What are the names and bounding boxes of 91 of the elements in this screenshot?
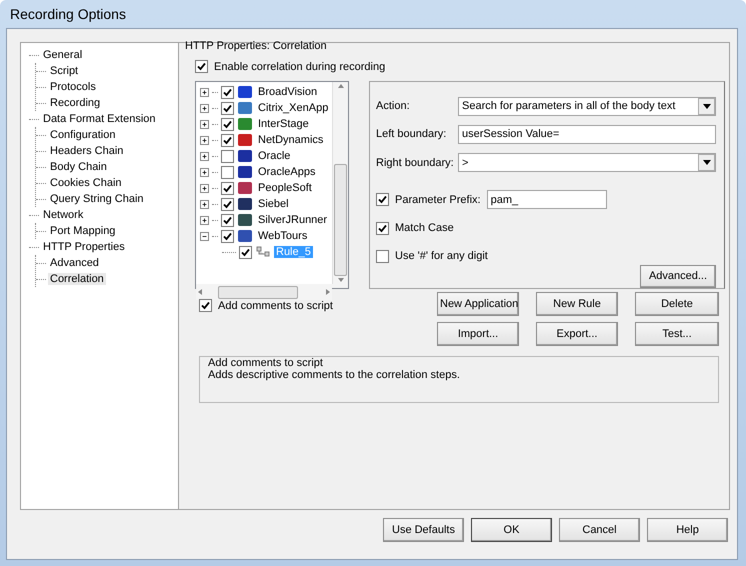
checkbox[interactable] [221,86,234,98]
scroll-thumb[interactable] [218,286,298,298]
action-button[interactable]: Test... [635,322,719,346]
checkbox-label: Parameter Prefix: [395,194,481,206]
action-button[interactable]: New Application [437,292,519,316]
checkbox[interactable] [376,222,389,235]
tree-item[interactable]: Citrix_XenApp [256,102,330,114]
tree-item[interactable]: WebTours [256,230,310,242]
scroll-thumb[interactable] [334,164,347,276]
checkbox[interactable] [221,214,234,226]
rule-tree-icon [255,245,271,259]
right-arrow-icon[interactable] [324,288,332,296]
expand-icon[interactable] [200,200,209,208]
tree-item[interactable]: SilverJRunner [256,214,330,226]
checkbox[interactable] [199,299,212,312]
nav-item[interactable]: Headers Chain [48,145,126,157]
checkbox[interactable] [239,246,252,258]
nav-item[interactable]: Body Chain [48,161,109,173]
expand-icon[interactable] [200,216,209,224]
checkbox[interactable] [376,193,389,206]
checkbox[interactable] [195,60,208,73]
expand-icon[interactable] [200,136,209,144]
left-arrow-icon[interactable] [196,288,204,296]
nav-item[interactable]: Port Mapping [48,225,118,237]
action-dropdown[interactable]: Search for parameters in all of the body text [458,96,716,116]
expand-icon[interactable] [200,152,209,160]
caret-icon [702,160,710,166]
dropdown-button[interactable] [698,98,715,115]
horizontal-scrollbar[interactable] [196,284,332,300]
nav-item[interactable]: Recording [48,97,102,109]
tree-item[interactable]: Siebel [256,198,291,210]
dialog-button[interactable]: Cancel [559,518,640,542]
checkbox-label: Use '#' for any digit [395,250,488,262]
dialog-button[interactable]: Use Defaults [383,518,464,542]
tree-item[interactable]: InterStage [256,118,311,130]
checkbox[interactable] [221,118,234,130]
tree-item[interactable]: NetDynamics [256,134,326,146]
boundary-dropdown[interactable]: > [458,153,716,172]
checkbox[interactable] [221,102,234,114]
collapse-icon[interactable] [200,232,209,240]
vertical-scrollbar[interactable] [332,82,348,284]
caret-icon [702,104,710,109]
action-button[interactable]: Delete [635,292,719,316]
tree-item[interactable]: Oracle [256,150,292,162]
checkbox-label: Enable correlation during recording [214,60,386,72]
checkbox[interactable] [221,166,234,178]
field-label: Right boundary: [376,156,455,169]
advanced-button[interactable]: Advanced... [640,264,716,288]
expand-icon[interactable] [200,184,209,192]
nav-item[interactable]: Query String Chain [48,193,146,205]
field-label: Action: [376,100,411,112]
expand-icon[interactable] [200,120,209,128]
down-arrow-icon[interactable] [336,276,344,284]
nav-item[interactable]: Cookies Chain [48,177,124,189]
nav-item[interactable]: General [41,49,84,61]
group-title: HTTP Properties: Correlation [185,40,328,52]
nav-item[interactable]: Advanced [48,257,101,269]
description-text: Adds descriptive comments to the correlation steps. [208,369,461,381]
tree-item[interactable]: BroadVision [256,86,320,98]
checkbox[interactable] [221,198,234,210]
nav-item[interactable]: Network [41,209,86,221]
nav-item[interactable]: Script [48,65,80,77]
nav-item[interactable]: Configuration [48,129,118,141]
nav-item[interactable]: Data Format Extension [41,113,158,125]
input-field[interactable]: pam_ [486,190,607,210]
group-title: Add comments to script [208,357,323,369]
window-title: Recording Options [10,6,126,22]
dialog-button[interactable]: Help [647,518,728,542]
checkbox-label: Add comments to script [218,300,333,312]
nav-item[interactable]: Correlation [48,273,106,285]
checkbox[interactable] [221,230,234,242]
checkbox[interactable] [221,150,234,162]
checkbox[interactable] [221,134,234,146]
checkbox[interactable] [376,250,389,263]
action-button[interactable]: Export... [536,322,618,346]
up-arrow-icon[interactable] [336,82,344,90]
expand-icon[interactable] [200,104,209,112]
nav-item[interactable]: HTTP Properties [41,241,127,253]
tree-item[interactable]: PeopleSoft [256,182,314,194]
expand-icon[interactable] [200,88,209,96]
action-button[interactable]: New Rule [536,292,618,316]
dropdown-button[interactable] [698,154,715,172]
nav-item[interactable]: Protocols [48,81,98,93]
field-label: Left boundary: [376,128,448,140]
input-field[interactable]: userSession Value= [458,124,716,144]
dialog-button[interactable]: OK [471,518,552,542]
expand-icon[interactable] [200,168,209,176]
tree-item[interactable]: OracleApps [256,166,318,178]
checkbox-label: Match Case [395,222,454,234]
action-button[interactable]: Import... [437,322,519,346]
checkbox[interactable] [221,182,234,194]
